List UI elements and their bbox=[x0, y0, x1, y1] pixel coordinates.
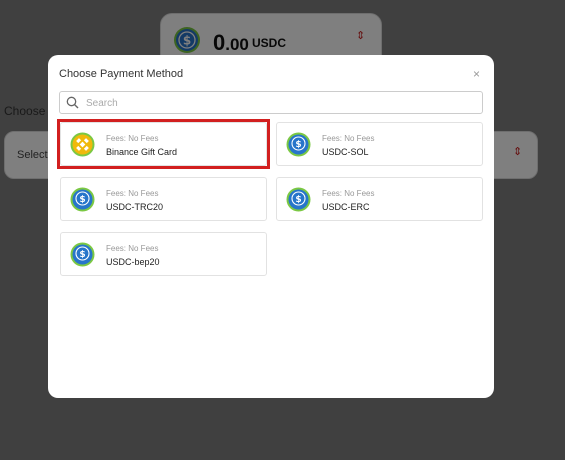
search-icon bbox=[66, 96, 79, 109]
method-name: USDC-TRC20 bbox=[106, 202, 164, 212]
close-icon[interactable]: × bbox=[473, 67, 480, 81]
payment-method-modal: Choose Payment Method × Fees: No Fees Bi… bbox=[48, 55, 494, 398]
method-usdc-trc20[interactable]: $ Fees: No Fees USDC-TRC20 bbox=[60, 177, 267, 221]
method-name: USDC-SOL bbox=[322, 147, 369, 157]
method-usdc-erc[interactable]: $ Fees: No Fees USDC-ERC bbox=[276, 177, 483, 221]
method-name: USDC-ERC bbox=[322, 202, 370, 212]
usdc-bep20-icon: $ bbox=[70, 242, 95, 267]
usdc-trc20-icon: $ bbox=[70, 187, 95, 212]
svg-text:$: $ bbox=[295, 195, 301, 205]
svg-text:$: $ bbox=[79, 250, 85, 260]
svg-text:$: $ bbox=[79, 195, 85, 205]
selection-highlight bbox=[57, 119, 270, 169]
method-fees: Fees: No Fees bbox=[106, 189, 159, 198]
svg-text:$: $ bbox=[295, 140, 301, 150]
modal-title: Choose Payment Method bbox=[59, 68, 184, 80]
method-usdc-bep20[interactable]: $ Fees: No Fees USDC-bep20 bbox=[60, 232, 267, 276]
method-fees: Fees: No Fees bbox=[322, 134, 375, 143]
usdc-erc-icon: $ bbox=[286, 187, 311, 212]
method-fees: Fees: No Fees bbox=[106, 244, 159, 253]
search-input[interactable] bbox=[84, 94, 480, 113]
usdc-sol-icon: $ bbox=[286, 132, 311, 157]
method-name: USDC-bep20 bbox=[106, 257, 160, 267]
search-box bbox=[59, 91, 483, 114]
method-fees: Fees: No Fees bbox=[322, 189, 375, 198]
method-usdc-sol[interactable]: $ Fees: No Fees USDC-SOL bbox=[276, 122, 483, 166]
